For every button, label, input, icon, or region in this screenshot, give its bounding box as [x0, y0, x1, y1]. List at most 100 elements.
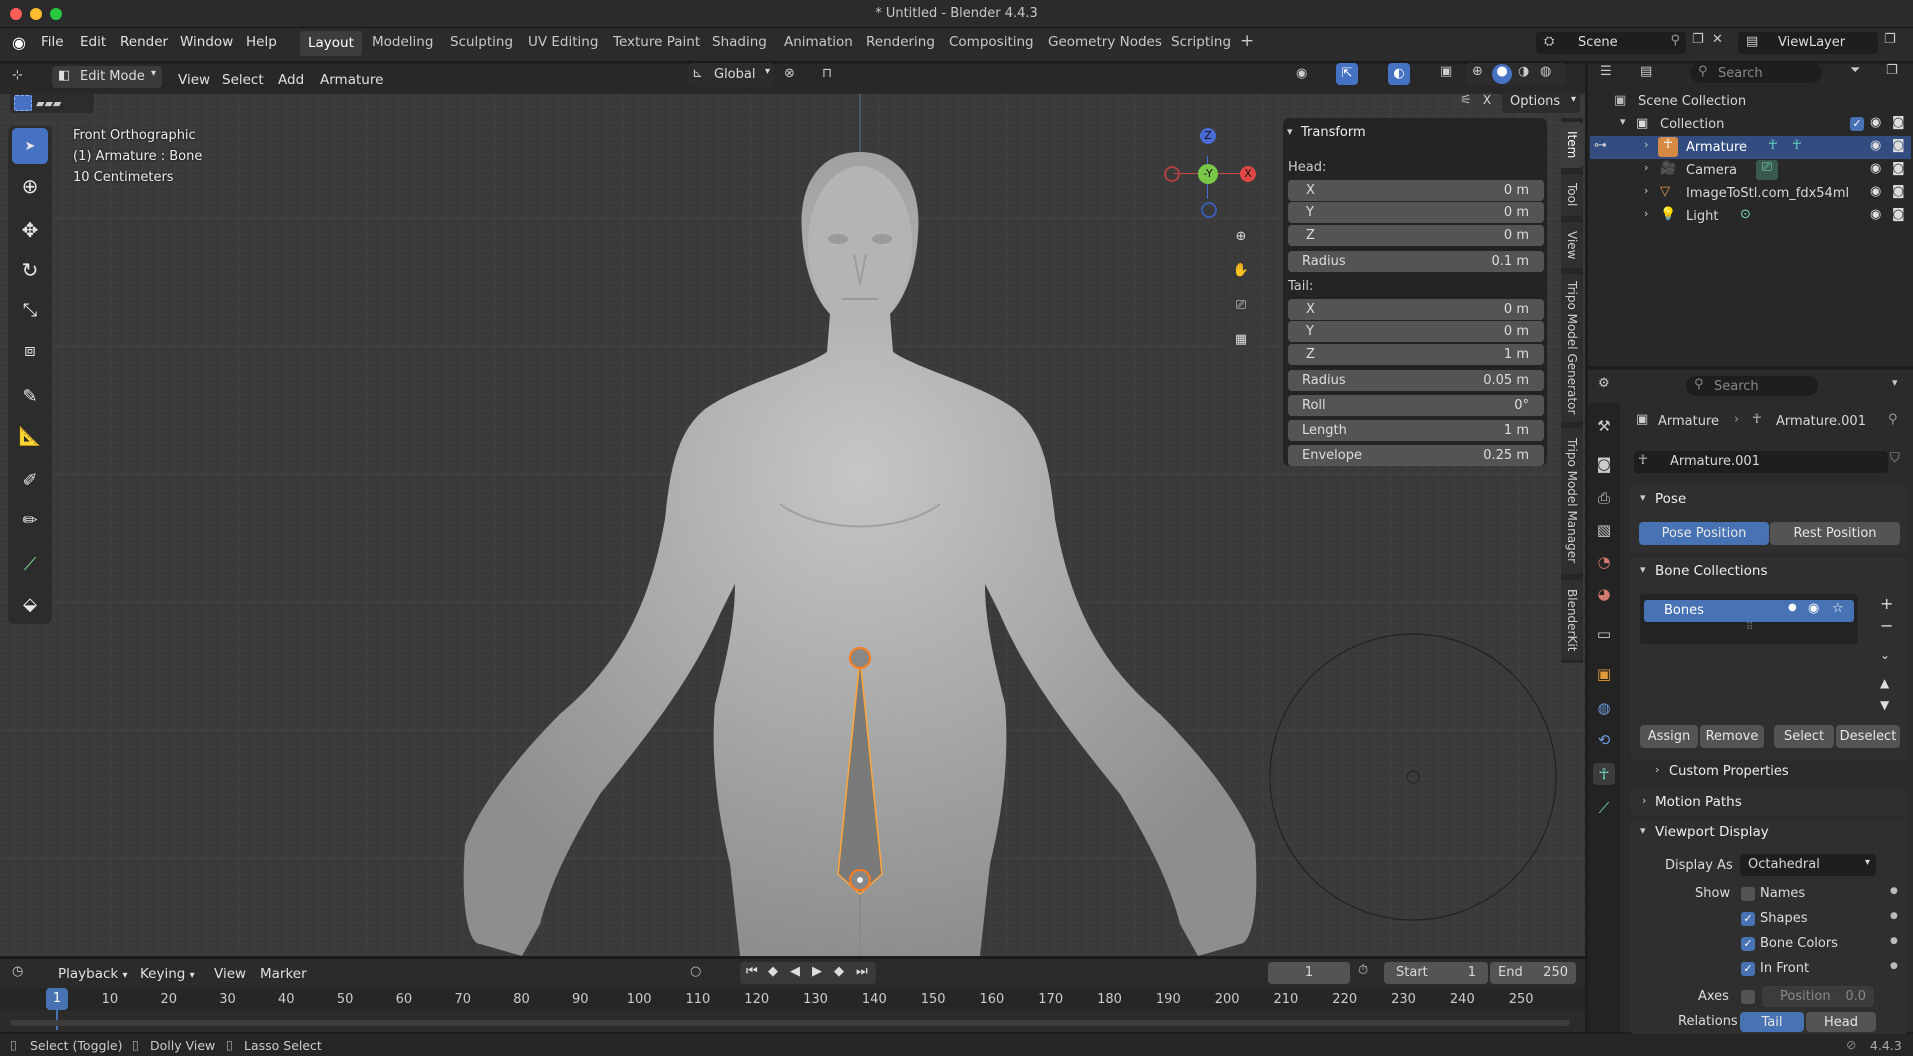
- outliner-search-input[interactable]: ⚲ Search: [1690, 63, 1822, 83]
- tab-blenderkit[interactable]: BlenderKit: [1561, 580, 1583, 660]
- tab-shading[interactable]: Shading: [712, 34, 767, 50]
- zoom-icon[interactable]: ⊕: [1228, 223, 1254, 249]
- object-properties-icon[interactable]: ▣: [1593, 663, 1615, 685]
- play-icon[interactable]: ▶: [812, 964, 822, 979]
- view-layer-properties-icon[interactable]: ▧: [1593, 519, 1615, 541]
- new-scene-icon[interactable]: ❐: [1692, 32, 1704, 47]
- render-properties-icon[interactable]: ◙: [1593, 453, 1615, 475]
- tab-rendering[interactable]: Rendering: [866, 34, 935, 50]
- roll-tool-icon[interactable]: ✐: [12, 462, 48, 498]
- select-extend-icon[interactable]: ▰▰▰: [36, 97, 61, 110]
- edit-mode-toggle-icon[interactable]: ⊶: [1594, 138, 1607, 153]
- menu-timeline-view[interactable]: View: [214, 966, 246, 982]
- solid-shading-icon[interactable]: ●: [1492, 64, 1512, 84]
- relations-head-button[interactable]: Head: [1806, 1012, 1876, 1032]
- tab-tool[interactable]: Tool: [1561, 174, 1583, 216]
- measure-tool-icon[interactable]: 📐: [12, 418, 48, 454]
- envelope-field[interactable]: Envelope 0.25 m: [1288, 445, 1544, 466]
- chevron-down-icon[interactable]: ▾: [1892, 376, 1898, 389]
- bone-size-tool-icon[interactable]: ✏: [12, 502, 48, 538]
- shapes-checkbox[interactable]: ✓: [1741, 912, 1755, 926]
- neg-z-axis-handle[interactable]: [1201, 202, 1217, 218]
- eye-icon[interactable]: ◉: [1870, 184, 1881, 199]
- tab-sculpting[interactable]: Sculpting: [450, 34, 513, 50]
- keyframe-dot-icon[interactable]: ●: [1890, 961, 1898, 971]
- y-axis-handle[interactable]: -Y: [1198, 164, 1218, 184]
- current-frame-field[interactable]: 1: [1268, 962, 1350, 984]
- ortho-grid-icon[interactable]: ▦: [1228, 326, 1254, 352]
- physics-properties-icon[interactable]: ◍: [1593, 697, 1615, 719]
- prev-keyframe-icon[interactable]: ◆: [768, 964, 778, 979]
- menu-marker[interactable]: Marker: [260, 966, 307, 982]
- outliner-scene-collection[interactable]: ▣ Scene Collection: [1590, 90, 1911, 113]
- display-mode-icon[interactable]: ▤: [1640, 64, 1652, 79]
- add-workspace-icon[interactable]: +: [1240, 31, 1254, 51]
- bone-collection-item[interactable]: Bones ● ◉ ☆: [1644, 600, 1854, 622]
- pin-icon[interactable]: ⚲: [1670, 33, 1680, 48]
- chevron-right-icon[interactable]: ›: [1642, 794, 1646, 807]
- camera-render-icon[interactable]: ◙: [1892, 207, 1905, 222]
- in-front-checkbox[interactable]: ✓: [1741, 962, 1755, 976]
- menu-select[interactable]: Select: [222, 72, 264, 88]
- outliner-item-camera[interactable]: › 🎥 Camera ⎚ ◉ ◙: [1590, 159, 1911, 182]
- menu-edit[interactable]: Edit: [80, 34, 106, 50]
- bone-properties-icon[interactable]: ⟋: [1593, 797, 1615, 819]
- camera-data-icon[interactable]: ⎚: [1756, 160, 1778, 180]
- tool-settings-icon[interactable]: ⚒: [1593, 415, 1615, 437]
- menu-armature[interactable]: Armature: [320, 72, 383, 88]
- blender-logo-icon[interactable]: ◉: [12, 33, 30, 52]
- menu-file[interactable]: File: [41, 34, 64, 50]
- play-reverse-icon[interactable]: ◀: [790, 964, 800, 979]
- chevron-down-icon[interactable]: ▾: [1640, 563, 1646, 576]
- view-layer-selector[interactable]: ▤ ViewLayer: [1738, 32, 1878, 54]
- assign-button[interactable]: Assign: [1640, 725, 1698, 748]
- tab-uv-editing[interactable]: UV Editing: [528, 34, 598, 50]
- select-box-tool-icon[interactable]: ➤: [12, 128, 48, 164]
- resize-handle-icon[interactable]: ⠿: [1746, 622, 1753, 633]
- scene-properties-icon[interactable]: ◔: [1593, 551, 1615, 573]
- rendered-shading-icon[interactable]: ◍: [1540, 64, 1551, 79]
- select-mode-buttons[interactable]: ▰▰▰: [10, 93, 94, 113]
- chevron-right-icon[interactable]: ›: [1644, 207, 1648, 220]
- chevron-right-icon[interactable]: ›: [1644, 138, 1648, 151]
- tab-texture-paint[interactable]: Texture Paint: [613, 34, 700, 50]
- axes-position-field[interactable]: Position 0.0: [1762, 986, 1874, 1007]
- menu-view[interactable]: View: [178, 72, 210, 88]
- eye-icon[interactable]: ◉: [1870, 161, 1881, 176]
- keyframe-dot-icon[interactable]: ●: [1890, 936, 1898, 946]
- menu-window[interactable]: Window: [180, 34, 233, 50]
- pose-data-icon[interactable]: ☥: [1768, 138, 1778, 153]
- properties-search-input[interactable]: ⚲ Search: [1686, 376, 1818, 396]
- custom-properties-subpanel[interactable]: Custom Properties: [1669, 764, 1789, 779]
- chevron-down-icon[interactable]: ▾: [1287, 125, 1293, 138]
- menu-render[interactable]: Render: [120, 34, 168, 50]
- shading-mode-buttons[interactable]: ⊕ ● ◑ ◍: [1466, 63, 1566, 85]
- tail-z-field[interactable]: Z1 m: [1288, 344, 1544, 365]
- new-view-layer-icon[interactable]: ❐: [1884, 32, 1896, 47]
- world-properties-icon[interactable]: ◕: [1593, 583, 1615, 605]
- sidebar-icon[interactable]: ⚟: [1460, 93, 1472, 108]
- timeline-editor-type-icon[interactable]: ◷: [12, 964, 23, 979]
- outliner-editor-type-icon[interactable]: ☰: [1600, 64, 1612, 79]
- tail-radius-field[interactable]: Radius 0.05 m: [1288, 370, 1544, 391]
- outliner-collection[interactable]: ▾ ▣ Collection ✓ ◉ ◙: [1590, 113, 1911, 136]
- exclude-checkbox[interactable]: ✓: [1850, 117, 1864, 131]
- remove-button[interactable]: Remove: [1700, 725, 1764, 748]
- camera-render-icon[interactable]: ◙: [1892, 161, 1905, 176]
- cursor-tool-icon[interactable]: ⊕: [12, 168, 48, 204]
- visibility-icon[interactable]: ◉: [1296, 66, 1307, 81]
- light-data-icon[interactable]: ⊙: [1740, 207, 1751, 222]
- timeline-scrollbar[interactable]: [10, 1020, 1570, 1026]
- camera-render-icon[interactable]: ◙: [1892, 115, 1905, 130]
- chevron-down-icon[interactable]: ⌄: [1880, 648, 1890, 662]
- new-collection-icon[interactable]: ❐: [1886, 63, 1898, 78]
- options-dropdown[interactable]: Options ▾: [1502, 91, 1580, 113]
- xray-toggle-icon[interactable]: ▣: [1440, 64, 1452, 79]
- relations-tail-button[interactable]: Tail: [1740, 1012, 1804, 1032]
- playhead[interactable]: 1: [46, 988, 68, 1010]
- deselect-button[interactable]: Deselect: [1836, 725, 1900, 748]
- axes-checkbox[interactable]: [1741, 990, 1755, 1004]
- rest-position-button[interactable]: Rest Position: [1770, 522, 1900, 545]
- stopwatch-icon[interactable]: ⏱: [1358, 963, 1368, 978]
- start-frame-field[interactable]: Start 1: [1384, 962, 1488, 984]
